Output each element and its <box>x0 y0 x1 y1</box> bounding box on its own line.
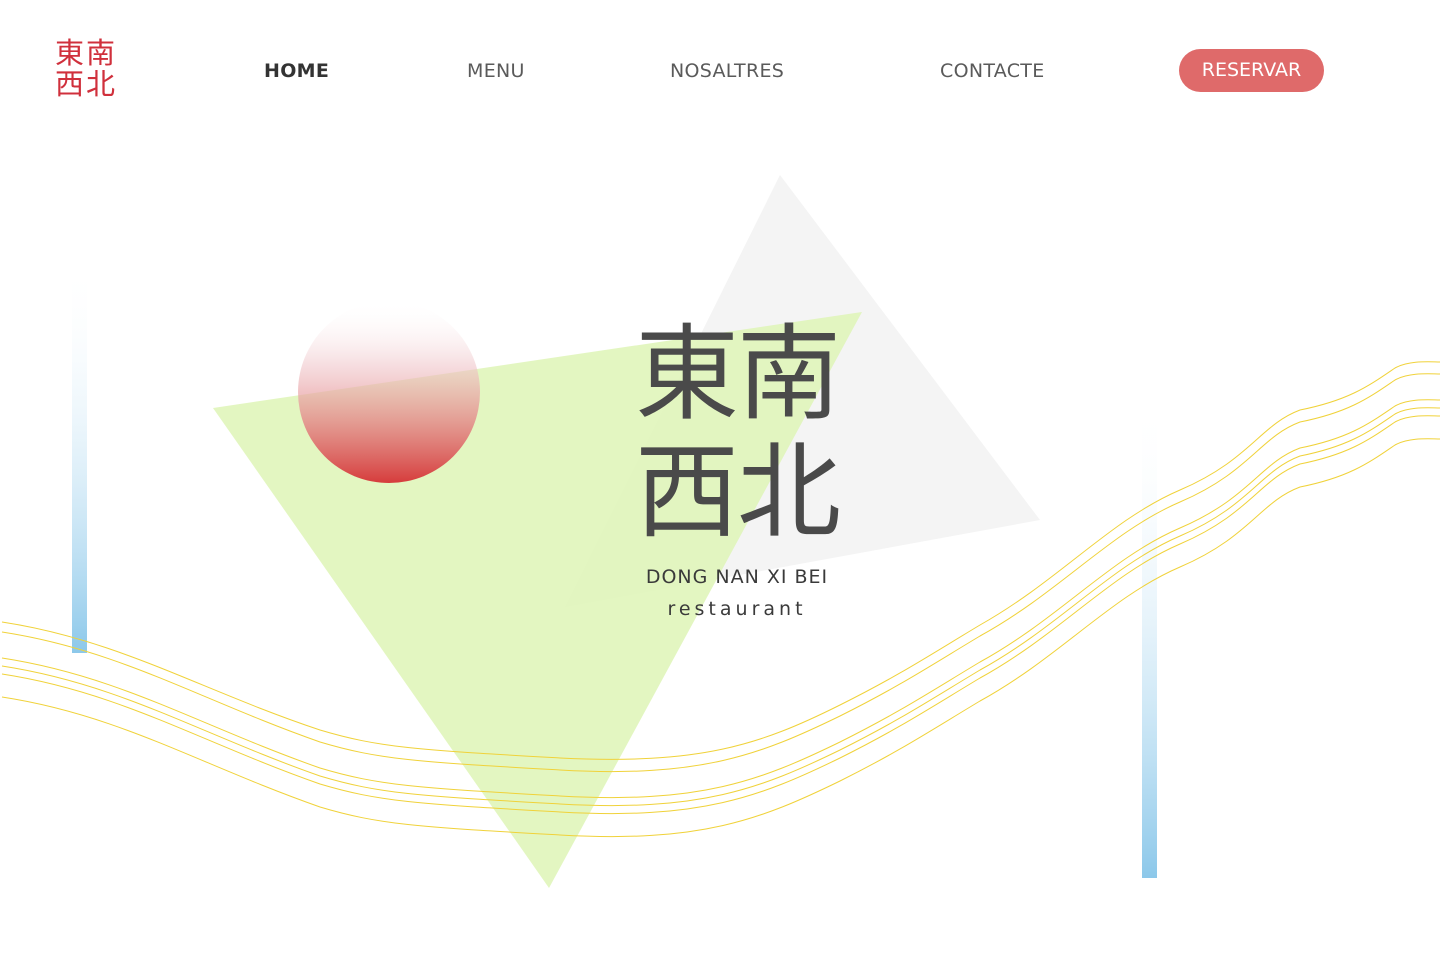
left-gradient-bar <box>72 262 87 653</box>
page: 東南 西北 HOME MENU NOSALTRES CONTACTE RESER… <box>0 0 1440 956</box>
hero-subtitle: DONG NAN XI BEI <box>645 566 829 588</box>
nav-home[interactable]: HOME <box>264 60 329 82</box>
sun-circle <box>298 301 480 483</box>
logo-line-1: 東南 <box>55 36 118 70</box>
nav-contacte[interactable]: CONTACTE <box>940 60 1045 82</box>
reserve-button[interactable]: RESERVAR <box>1179 49 1324 92</box>
hero-title-line-1: 東南 <box>634 313 841 435</box>
hero-title: 東南 西北 <box>600 315 874 551</box>
logo-line-2: 西北 <box>55 67 118 101</box>
nav-nosaltres[interactable]: NOSALTRES <box>670 60 784 82</box>
hero-title-line-2: 西北 <box>634 431 841 553</box>
logo[interactable]: 東南 西北 <box>55 38 121 100</box>
hero-tagline: restaurant <box>667 598 807 620</box>
nav-menu[interactable]: MENU <box>467 60 525 82</box>
right-gradient-bar <box>1142 400 1157 878</box>
